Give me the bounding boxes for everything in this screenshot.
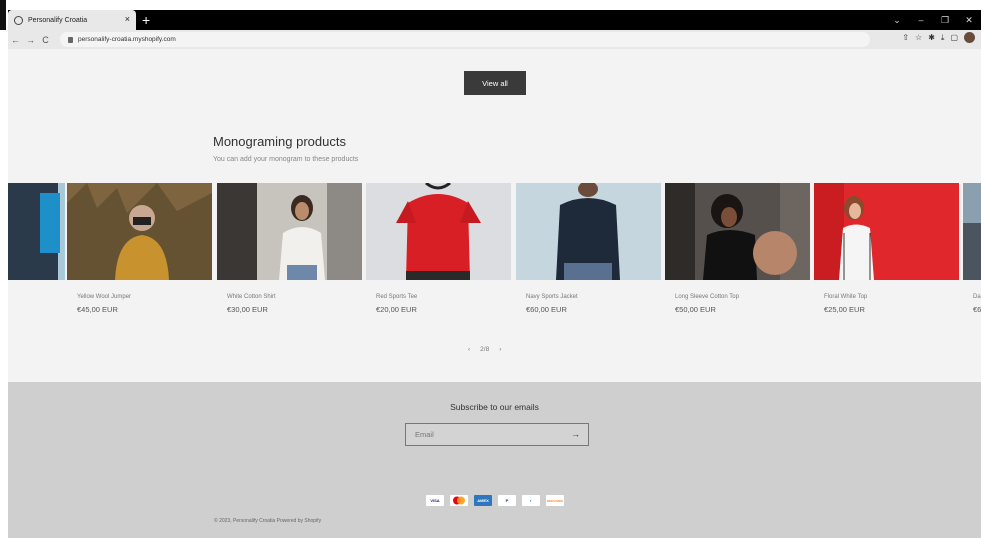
visa-icon: VISA [426, 495, 444, 506]
close-window-button[interactable]: ✕ [957, 15, 981, 26]
section-subtitle: You can add your monogram to these produ… [213, 156, 359, 163]
product-name: Yellow Wool Jumper [77, 294, 132, 300]
toolbar-icons: ⇧ ☆ ✱ ⤓ ▢ [902, 32, 975, 43]
subscribe-submit-button[interactable]: → [571, 429, 580, 439]
page-content: View all Monograming products You can ad… [8, 49, 981, 382]
browser-tab[interactable]: Personalify Croatia × [8, 10, 136, 30]
product-image [366, 183, 511, 280]
email-placeholder: Email [415, 430, 434, 439]
share-icon[interactable]: ⇧ [902, 33, 909, 42]
next-slide-button[interactable]: › [499, 346, 501, 353]
window-controls: ⌄ – ❐ ✕ [885, 10, 981, 30]
star-icon[interactable]: ☆ [915, 33, 922, 42]
product-name: Red Sports Tee [376, 294, 418, 300]
email-input[interactable]: Email → [405, 423, 589, 446]
new-tab-button[interactable]: + [142, 11, 150, 29]
product-name: Floral White Top [824, 294, 868, 300]
payment-icons: VISA AMEX P ◐ DISCOVER [426, 495, 564, 506]
url-text: personalify-croatia.myshopify.com [78, 36, 176, 43]
product-image [8, 183, 65, 280]
product-card[interactable]: White Cotton Shirt €30,00 EUR [217, 183, 362, 314]
diners-icon: ◐ [522, 495, 540, 506]
copyright-text: © 2023, Personalify Croatia Powered by S… [214, 518, 322, 524]
globe-icon [14, 15, 23, 25]
download-icon[interactable]: ⤓ [941, 33, 945, 43]
subscribe-title: Subscribe to our emails [450, 402, 539, 412]
back-button[interactable]: ← [8, 35, 23, 45]
product-price: €30,00 EUR [227, 305, 268, 314]
section-title: Monograming products [213, 134, 346, 149]
footer: Subscribe to our emails Email → VISA AME… [8, 382, 981, 538]
product-card[interactable]: Da €6 [963, 183, 981, 314]
lock-icon [68, 36, 73, 43]
paypal-icon: P [498, 495, 516, 506]
discover-icon: DISCOVER [546, 495, 564, 506]
product-name: Long Sleeve Cotton Top [675, 294, 739, 300]
mastercard-icon [450, 495, 468, 506]
product-image [814, 183, 959, 280]
minimize-button[interactable]: – [909, 15, 933, 25]
carousel-pagination: ‹ 2/8 › [468, 346, 501, 353]
extensions-icon[interactable]: ✱ [928, 33, 935, 42]
profile-avatar[interactable] [964, 32, 975, 43]
restore-button[interactable]: ❐ [933, 15, 957, 26]
address-bar-row: ← → C personalify-croatia.myshopify.com … [8, 30, 981, 49]
tab-search-icon[interactable]: ⌄ [885, 15, 909, 26]
product-price: €20,00 EUR [376, 305, 417, 314]
product-image [217, 183, 362, 280]
browser-tab-bar: Personalify Croatia × + ⌄ – ❐ ✕ [8, 10, 981, 30]
product-card[interactable]: Yellow Wool Jumper €45,00 EUR [67, 183, 212, 314]
pagination-counter: 2/8 [480, 346, 490, 353]
product-card[interactable]: Red Sports Tee €20,00 EUR [366, 183, 511, 314]
product-price: €60,00 EUR [526, 305, 567, 314]
product-image [963, 183, 981, 280]
product-image [665, 183, 810, 280]
forward-button[interactable]: → [23, 35, 38, 45]
tab-close-button[interactable]: × [125, 14, 130, 24]
product-name: Navy Sports Jacket [526, 294, 578, 300]
amex-icon: AMEX [474, 495, 492, 506]
url-field[interactable]: personalify-croatia.myshopify.com [60, 32, 870, 47]
product-card[interactable] [8, 183, 65, 294]
window-edge [0, 0, 8, 538]
tab-title: Personalify Croatia [28, 16, 88, 24]
sidepanel-icon[interactable]: ▢ [950, 33, 958, 42]
view-all-button[interactable]: View all [464, 71, 526, 95]
product-price: €6 [973, 305, 981, 314]
product-name: White Cotton Shirt [227, 294, 276, 300]
product-card[interactable]: Navy Sports Jacket €60,00 EUR [516, 183, 661, 314]
product-card[interactable]: Floral White Top €25,00 EUR [814, 183, 959, 314]
product-name: Da [973, 294, 981, 300]
product-price: €45,00 EUR [77, 305, 118, 314]
product-image [67, 183, 212, 280]
product-card[interactable]: Long Sleeve Cotton Top €50,00 EUR [665, 183, 810, 314]
prev-slide-button[interactable]: ‹ [468, 346, 470, 353]
product-price: €50,00 EUR [675, 305, 716, 314]
product-carousel: Yellow Wool Jumper €45,00 EUR White Cott… [8, 183, 981, 323]
product-price: €25,00 EUR [824, 305, 865, 314]
product-image [516, 183, 661, 280]
reload-button[interactable]: C [38, 35, 53, 45]
